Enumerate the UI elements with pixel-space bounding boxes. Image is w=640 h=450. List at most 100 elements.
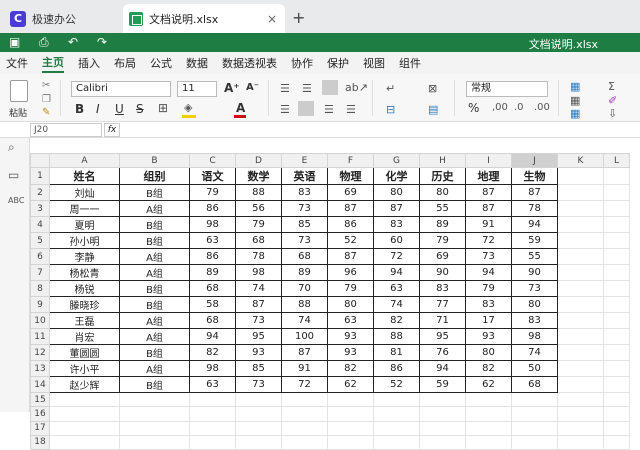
menu-item[interactable]: 数据透视表 — [222, 55, 277, 71]
empty-cell[interactable] — [189, 406, 236, 422]
grow-font-button[interactable]: A⁺ — [224, 81, 240, 95]
data-cell[interactable]: 69 — [419, 248, 466, 266]
font-color-button[interactable]: A — [236, 101, 245, 115]
increase-decimal-icon[interactable]: .0 — [514, 102, 524, 113]
data-cell[interactable]: A组 — [119, 248, 190, 266]
text-orientation-icon[interactable]: ab↗ — [345, 81, 368, 94]
column-header[interactable]: G — [373, 152, 420, 169]
data-cell[interactable]: 68 — [235, 232, 282, 250]
empty-cell[interactable] — [511, 406, 558, 422]
empty-cell[interactable] — [557, 200, 604, 218]
align-center-icon[interactable] — [298, 101, 314, 116]
data-cell[interactable]: 赵少辉 — [49, 376, 120, 394]
empty-cell[interactable] — [557, 376, 604, 394]
data-cell[interactable]: B组 — [119, 232, 190, 250]
data-cell[interactable]: 74 — [281, 312, 328, 330]
data-cell[interactable]: 89 — [189, 264, 236, 282]
row-header[interactable]: 3 — [30, 200, 50, 218]
data-cell[interactable]: 91 — [281, 360, 328, 378]
data-cell[interactable]: 80 — [327, 296, 374, 314]
data-cell[interactable]: 72 — [281, 376, 328, 394]
data-cell[interactable]: 82 — [327, 360, 374, 378]
data-cell[interactable]: B组 — [119, 376, 190, 394]
empty-cell[interactable] — [557, 232, 604, 250]
data-cell[interactable]: 94 — [373, 264, 420, 282]
align-bottom-icon[interactable] — [322, 80, 338, 95]
data-cell[interactable]: 许小平 — [49, 360, 120, 378]
data-cell[interactable]: 74 — [511, 344, 558, 362]
empty-cell[interactable] — [603, 360, 630, 378]
column-header[interactable]: B — [119, 152, 190, 169]
empty-cell[interactable] — [603, 296, 630, 314]
empty-cell[interactable] — [603, 392, 630, 408]
data-cell[interactable]: 82 — [465, 360, 512, 378]
percent-button[interactable]: % — [468, 101, 479, 115]
empty-cell[interactable] — [557, 216, 604, 234]
data-cell[interactable]: 79 — [465, 280, 512, 298]
data-cell[interactable]: 78 — [511, 200, 558, 218]
header-cell[interactable]: 化学 — [373, 167, 420, 186]
paste-icon[interactable] — [10, 80, 28, 102]
data-cell[interactable]: 63 — [189, 376, 236, 394]
data-cell[interactable]: 87 — [235, 296, 282, 314]
menu-item[interactable]: 视图 — [363, 55, 385, 71]
font-size-select[interactable]: 11 — [177, 81, 217, 97]
data-cell[interactable]: 62 — [327, 376, 374, 394]
data-cell[interactable]: 87 — [327, 248, 374, 266]
decrease-decimal-icon[interactable]: .00 — [534, 102, 550, 113]
cell-style-icon[interactable]: ▤ — [428, 103, 438, 116]
merge-cells-icon[interactable]: ⊟ — [386, 103, 395, 116]
row-header[interactable]: 10 — [30, 312, 50, 330]
new-tab-button[interactable]: + — [292, 8, 305, 27]
empty-cell[interactable] — [511, 434, 558, 450]
empty-cell[interactable] — [557, 248, 604, 266]
strikethrough-button[interactable]: S — [136, 102, 144, 116]
close-tab-icon[interactable]: × — [267, 12, 277, 26]
data-cell[interactable]: 80 — [511, 296, 558, 314]
data-cell[interactable]: 83 — [511, 312, 558, 330]
data-cell[interactable]: 50 — [511, 360, 558, 378]
empty-cell[interactable] — [603, 200, 630, 218]
empty-cell[interactable] — [557, 420, 604, 436]
align-middle-icon[interactable]: ☰ — [302, 82, 312, 95]
fill-color-icon[interactable]: ◈ — [184, 101, 192, 114]
clear-icon[interactable]: ✐ — [608, 94, 617, 107]
data-cell[interactable]: 69 — [327, 184, 374, 202]
empty-cell[interactable] — [603, 312, 630, 330]
data-cell[interactable]: 88 — [281, 296, 328, 314]
justify-icon[interactable]: ☰ — [346, 103, 356, 116]
empty-cell[interactable] — [603, 216, 630, 234]
data-cell[interactable]: 86 — [189, 248, 236, 266]
empty-cell[interactable] — [281, 392, 328, 408]
data-cell[interactable]: 89 — [419, 216, 466, 234]
data-cell[interactable]: 80 — [419, 184, 466, 202]
data-cell[interactable]: 94 — [189, 328, 236, 346]
cut-icon[interactable]: ✂ — [42, 80, 50, 91]
header-cell[interactable]: 生物 — [511, 167, 558, 186]
data-cell[interactable]: 80 — [373, 184, 420, 202]
insert-cells-icon[interactable]: ⊠ — [428, 82, 437, 95]
data-cell[interactable]: 79 — [327, 280, 374, 298]
data-cell[interactable]: 79 — [189, 184, 236, 202]
header-cell[interactable]: 地理 — [465, 167, 512, 186]
data-cell[interactable]: A组 — [119, 264, 190, 282]
italic-button[interactable]: I — [96, 102, 100, 116]
data-cell[interactable]: 98 — [235, 264, 282, 282]
row-header[interactable]: 4 — [30, 216, 50, 234]
empty-cell[interactable] — [557, 264, 604, 282]
spreadsheet-grid[interactable]: A B C D E F G H I J K L 1 姓名 组别 语文 数学 英语 物理 化学 历史 地理 生物 2 刘灿 B组 79… — [30, 152, 630, 450]
header-cell[interactable]: 姓名 — [49, 167, 120, 186]
row-header[interactable]: 14 — [30, 376, 50, 394]
data-cell[interactable]: 72 — [465, 232, 512, 250]
empty-cell[interactable] — [281, 406, 328, 422]
column-header[interactable]: D — [235, 152, 282, 169]
empty-cell[interactable] — [419, 392, 466, 408]
data-cell[interactable]: 74 — [373, 296, 420, 314]
empty-cell[interactable] — [119, 434, 190, 450]
data-cell[interactable]: 52 — [327, 232, 374, 250]
column-header[interactable]: I — [465, 152, 512, 169]
data-cell[interactable]: 夏明 — [49, 216, 120, 234]
data-cell[interactable]: 17 — [465, 312, 512, 330]
empty-cell[interactable] — [603, 344, 630, 362]
table-format-icon[interactable]: ▦ — [570, 94, 580, 107]
